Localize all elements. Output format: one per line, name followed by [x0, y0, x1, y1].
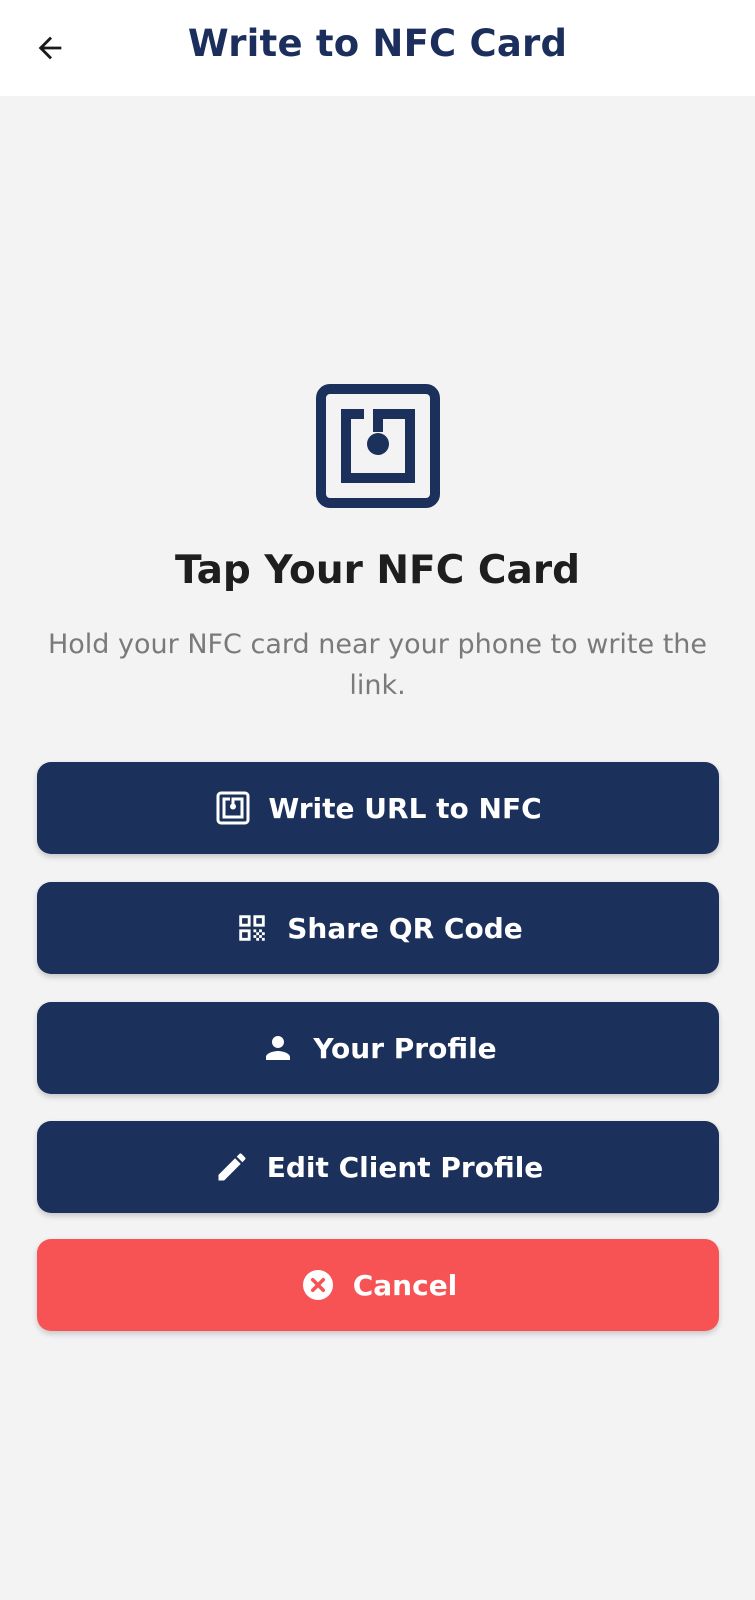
qr-code-icon — [233, 909, 271, 947]
cancel-label: Cancel — [352, 1268, 458, 1302]
your-profile-label: Your Profile — [313, 1031, 497, 1065]
cancel-circle-icon — [299, 1266, 337, 1304]
share-qr-button[interactable]: Share QR Code — [37, 882, 719, 974]
share-qr-label: Share QR Code — [287, 911, 523, 945]
edit-client-profile-label: Edit Client Profile — [266, 1150, 544, 1184]
page-title: Write to NFC Card — [187, 22, 568, 65]
cancel-button[interactable]: Cancel — [37, 1239, 719, 1331]
write-url-label: Write URL to NFC — [268, 791, 542, 825]
write-url-button[interactable]: Write URL to NFC — [37, 762, 719, 854]
pencil-icon — [213, 1148, 251, 1186]
nfc-icon — [214, 789, 252, 827]
edit-client-profile-button[interactable]: Edit Client Profile — [37, 1121, 719, 1213]
main-content: Tap Your NFC Card Hold your NFC card nea… — [0, 96, 755, 1600]
your-profile-button[interactable]: Your Profile — [37, 1002, 719, 1094]
nfc-icon — [316, 384, 440, 508]
app-bar: Write to NFC Card — [0, 0, 755, 96]
tap-card-heading: Tap Your NFC Card — [175, 548, 580, 593]
person-icon — [259, 1029, 297, 1067]
instruction-text: Hold your NFC card near your phone to wr… — [47, 629, 708, 701]
